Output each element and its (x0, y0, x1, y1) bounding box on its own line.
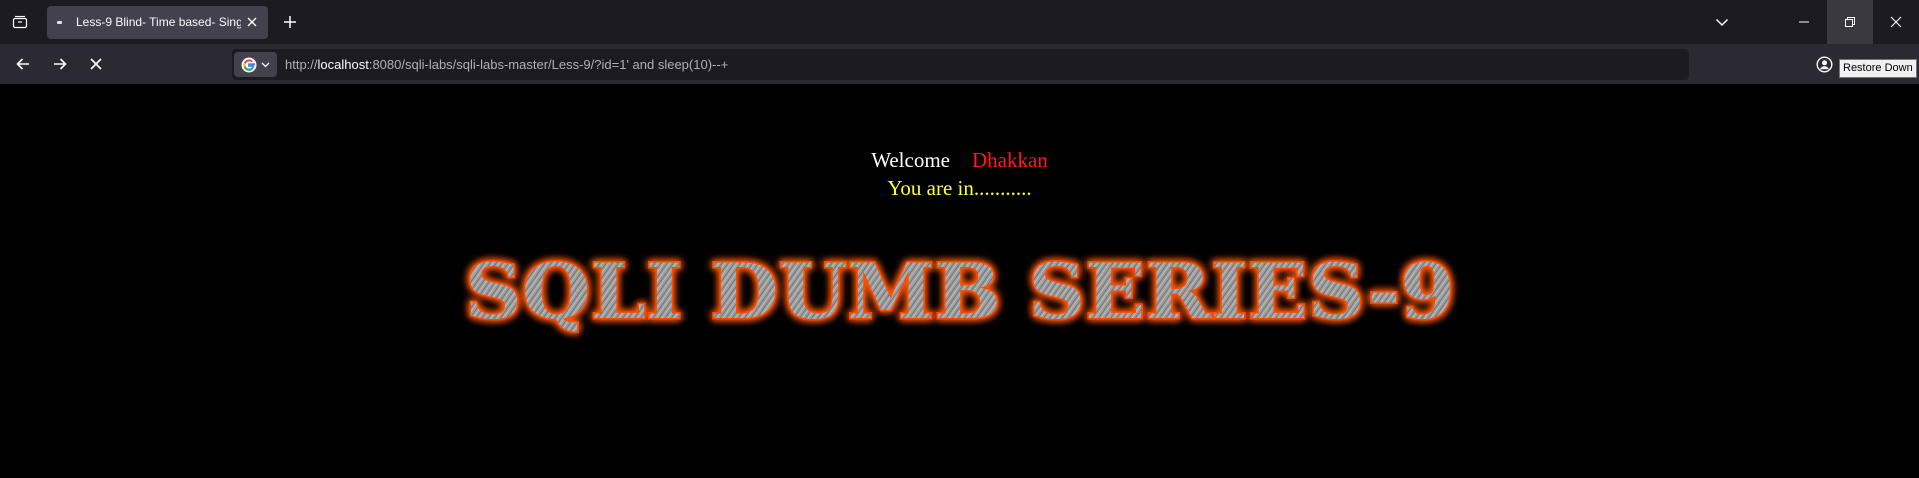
minimize-button[interactable] (1781, 0, 1827, 44)
tab-loading-icon (57, 21, 62, 24)
banner-text: SQLI DUMB SERIES-9 (465, 247, 1455, 336)
url-path: :8080/sqli-labs/sqli-labs-master/Less-9/… (368, 57, 729, 72)
list-all-tabs-button[interactable] (1708, 8, 1736, 36)
tab-list-icon (12, 15, 28, 29)
minimize-icon (1799, 21, 1809, 23)
close-window-button[interactable] (1873, 0, 1919, 44)
navigation-toolbar: http://localhost:8080/sqli-labs/sqli-lab… (0, 44, 1919, 84)
google-icon (241, 57, 257, 72)
new-tab-button[interactable] (278, 10, 302, 34)
search-engine-button[interactable] (234, 52, 277, 77)
arrow-left-icon (16, 58, 29, 70)
chevron-down-icon (1715, 18, 1729, 27)
welcome-line: Welcome Dhakkan (0, 146, 1919, 174)
stop-button[interactable] (82, 50, 110, 78)
close-icon (1890, 16, 1902, 28)
tab-strip: Less-9 Blind- Time based- Single Quotes-… (0, 0, 1919, 44)
restore-icon (1845, 17, 1855, 27)
url-scheme: http:// (285, 57, 318, 72)
plus-icon (284, 16, 296, 28)
close-icon (247, 17, 257, 27)
back-button[interactable] (9, 50, 37, 78)
tab-close-button[interactable] (244, 14, 260, 30)
address-bar[interactable]: http://localhost:8080/sqli-labs/sqli-lab… (232, 49, 1689, 80)
title-banner: SQLI DUMB SERIES-9 (464, 246, 1457, 338)
user-name: Dhakkan (971, 148, 1048, 172)
restore-down-button[interactable] (1827, 0, 1873, 44)
tab-list-button[interactable] (8, 10, 32, 34)
tooltip: Restore Down (1839, 59, 1917, 78)
forward-button[interactable] (46, 50, 74, 78)
url-text[interactable]: http://localhost:8080/sqli-labs/sqli-lab… (285, 57, 728, 72)
chevron-down-icon (261, 62, 270, 67)
status-message: You are in........... (887, 176, 1032, 200)
tab-active[interactable]: Less-9 Blind- Time based- Single Quotes-… (47, 6, 268, 39)
account-button[interactable] (1810, 50, 1838, 78)
page-content: Welcome Dhakkan You are in........... SQL… (0, 84, 1919, 478)
arrow-right-icon (54, 58, 67, 70)
welcome-text: Welcome (871, 148, 950, 172)
account-icon (1815, 55, 1833, 73)
url-host: localhost (317, 57, 369, 72)
tab-title: Less-9 Blind- Time based- Single Quotes-… (76, 15, 241, 29)
stop-icon (90, 58, 102, 70)
